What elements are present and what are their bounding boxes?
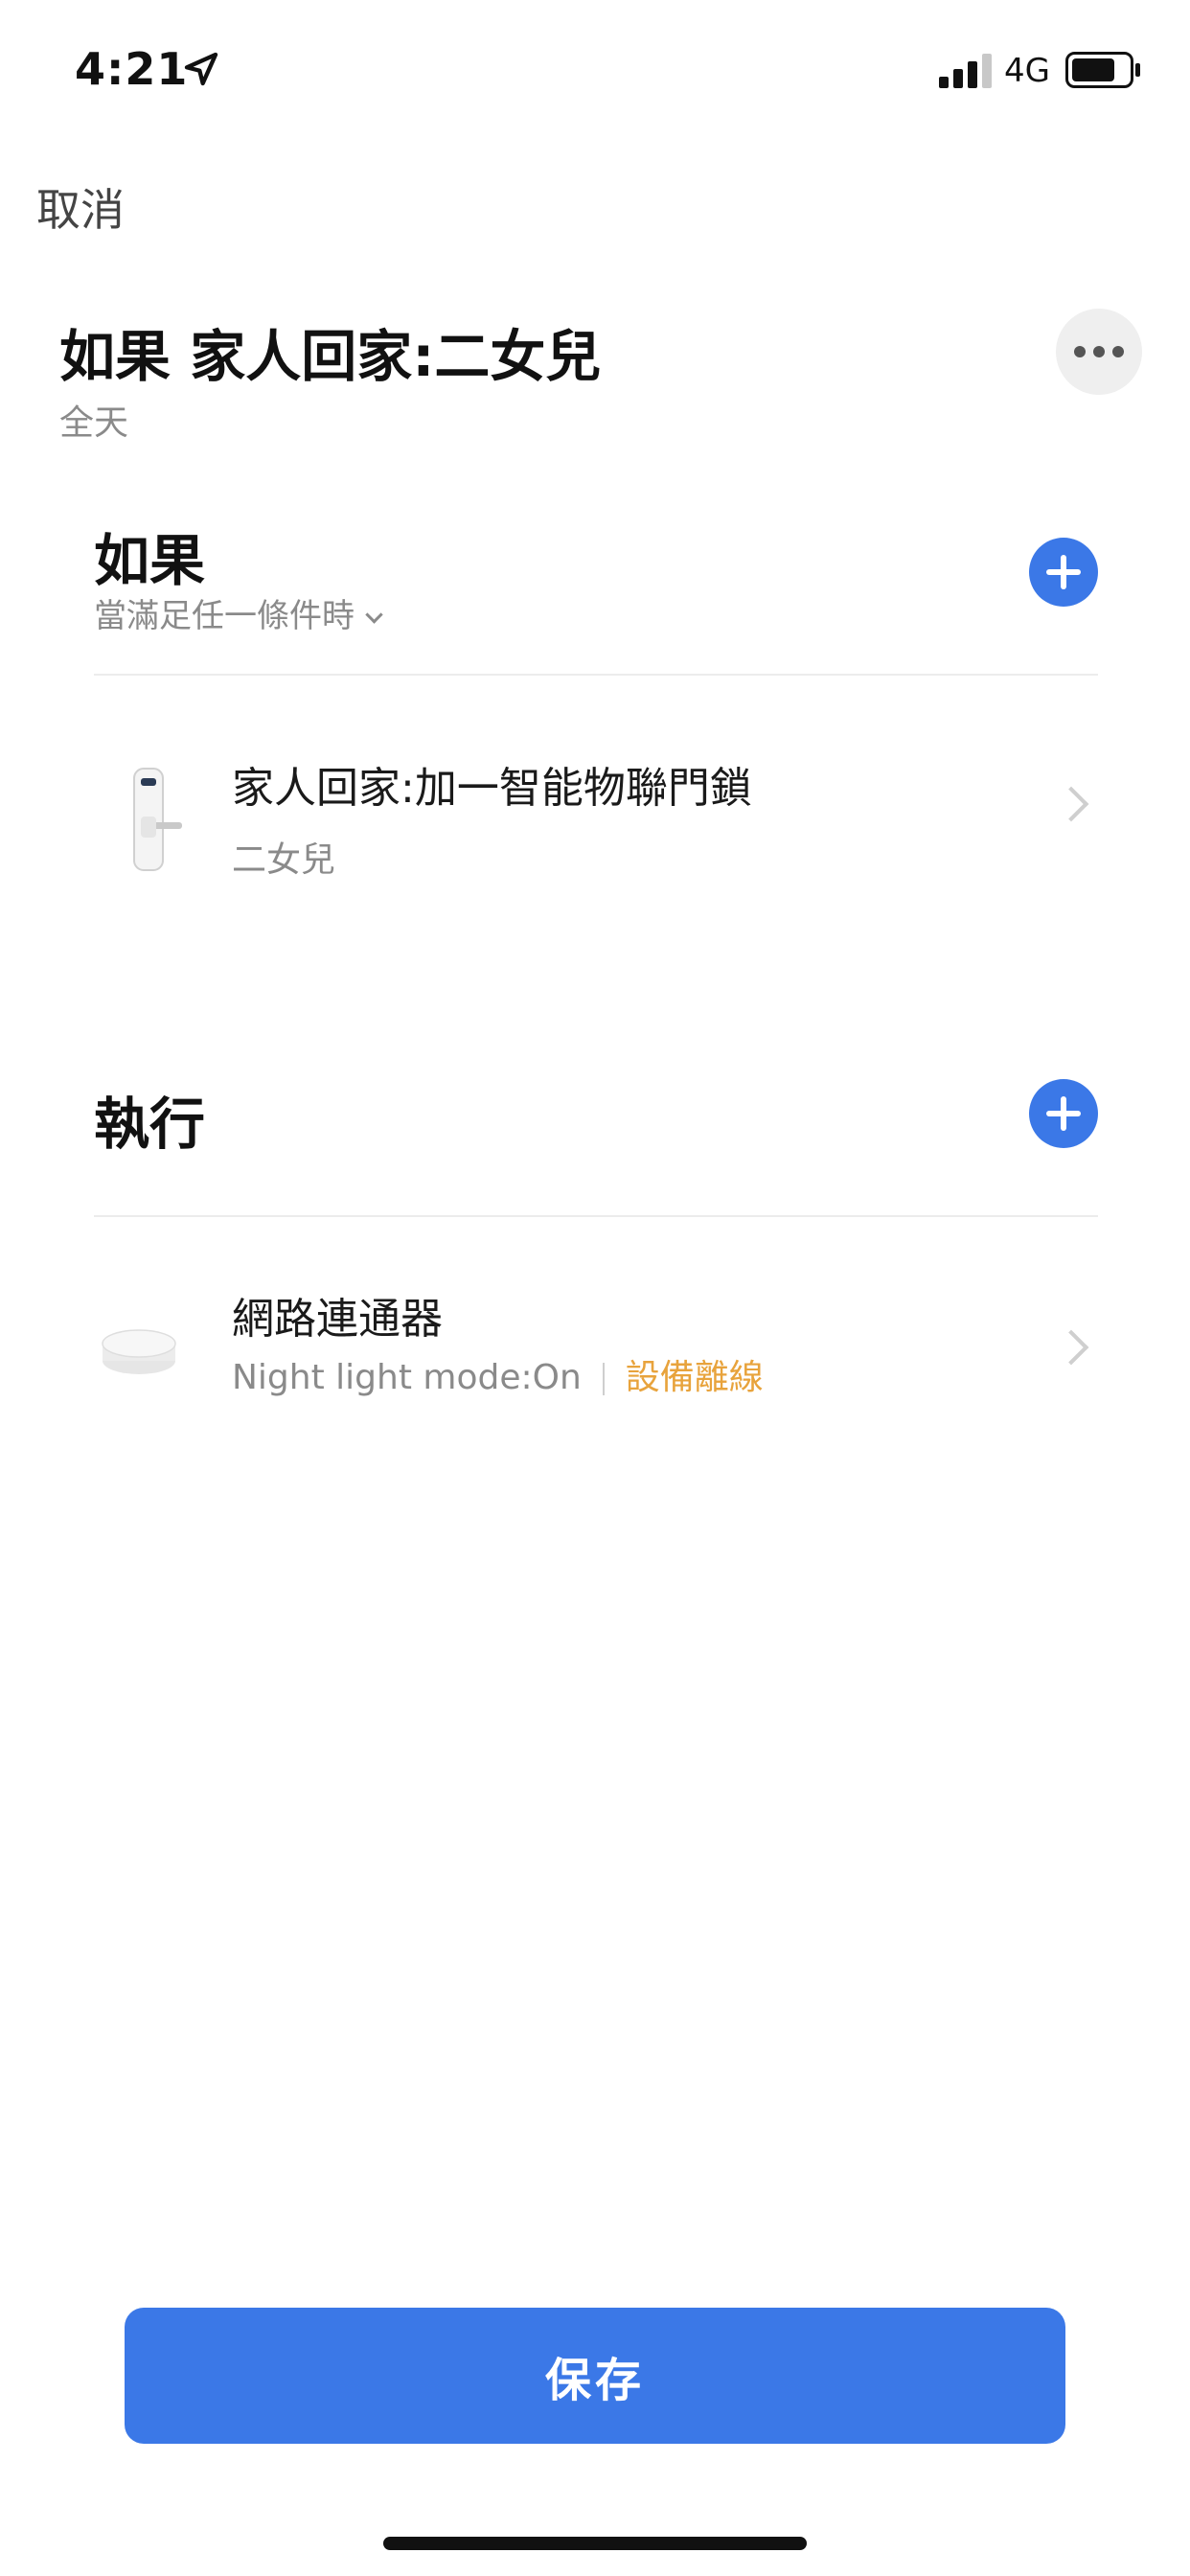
divider xyxy=(94,674,1098,676)
device-offline-status: 設備離線 xyxy=(625,1358,764,1397)
location-arrow-icon xyxy=(184,52,218,86)
network-type: 4G xyxy=(1004,52,1050,90)
status-time: 4:21 xyxy=(75,43,189,95)
add-action-button[interactable] xyxy=(1029,1079,1098,1148)
home-indicator xyxy=(383,2537,807,2550)
condition-section-title: 如果 xyxy=(94,528,206,593)
condition-item-subtitle: 二女兒 xyxy=(232,840,336,880)
condition-match-label: 當滿足任一條件時 xyxy=(94,597,355,635)
more-options-button[interactable] xyxy=(1056,309,1142,395)
chevron-down-icon xyxy=(365,606,383,624)
action-item-subtitle: Night light mode:On 設備離線 xyxy=(232,1349,764,1399)
cancel-button[interactable]: 取消 xyxy=(36,175,125,239)
schedule-subtitle: 全天 xyxy=(59,403,129,443)
page-title: 如果 家人回家:二女兒 xyxy=(59,324,602,389)
battery-icon xyxy=(1065,52,1140,88)
action-section-title: 執行 xyxy=(94,1092,206,1157)
divider xyxy=(94,1215,1098,1217)
action-item-title: 網路連通器 xyxy=(232,1295,443,1344)
more-dots-icon xyxy=(1074,346,1086,357)
gateway-hub-icon xyxy=(102,1329,176,1374)
door-lock-icon xyxy=(133,768,182,871)
condition-item-title: 家人回家:加一智能物聯門鎖 xyxy=(232,764,752,813)
save-button[interactable]: 保存 xyxy=(125,2308,1065,2444)
separator xyxy=(602,1363,605,1395)
cellular-signal-icon xyxy=(939,54,992,88)
add-condition-button[interactable] xyxy=(1029,538,1098,607)
action-item-detail: Night light mode:On xyxy=(232,1358,582,1397)
condition-match-selector[interactable]: 當滿足任一條件時 xyxy=(94,589,383,636)
